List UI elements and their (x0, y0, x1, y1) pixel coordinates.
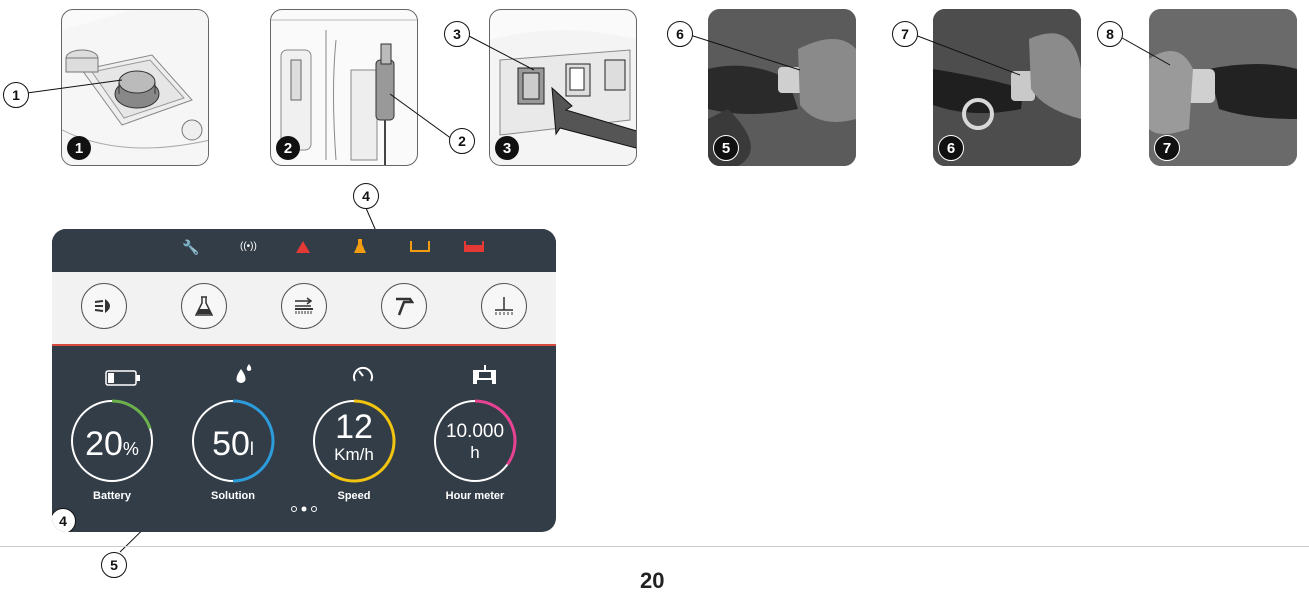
step-badge: 7 (1154, 135, 1180, 161)
step-badge: 3 (495, 136, 519, 160)
step-5-image: 5 (708, 9, 856, 166)
page-divider (0, 546, 1309, 547)
step-1-image: 1 (61, 9, 209, 166)
battery-value: 20 (85, 425, 123, 463)
hour-meter-label: Hour meter (445, 490, 505, 502)
solution-gauge-value: 50l (173, 425, 293, 464)
step-badge: 6 (938, 135, 964, 161)
panel-badge: 4 (52, 508, 76, 532)
solution-label: Solution (211, 490, 255, 502)
step-badge: 1 (67, 136, 91, 160)
step-badge: 2 (276, 136, 300, 160)
step-badge: 5 (713, 135, 739, 161)
page-dot[interactable] (291, 506, 297, 512)
callout-1: 1 (3, 82, 29, 108)
callout-7: 7 (892, 21, 918, 47)
gauge-rings (71, 399, 517, 483)
step-7-image: 7 (1149, 9, 1297, 166)
speed-gauge-value: 12 Km/h (294, 409, 414, 465)
battery-label: Battery (93, 490, 131, 502)
hour-meter-gauge-value: 10.000 h (415, 421, 535, 463)
battery-gauge-value: 20% (52, 425, 172, 464)
speed-unit: Km/h (334, 445, 374, 464)
speed-label: Speed (337, 490, 371, 502)
callout-8: 8 (1097, 21, 1123, 47)
step-2-image: 2 (270, 9, 418, 166)
page-indicator-dots (291, 506, 317, 512)
step-3-image: 3 (489, 9, 637, 166)
callout-6: 6 (667, 21, 693, 47)
page-dot-active[interactable] (301, 506, 307, 512)
solution-value: 50 (212, 425, 250, 463)
hour-meter-unit: h (470, 443, 480, 462)
speed-value: 12 (335, 408, 373, 446)
control-panel-display: 🔧 ((•)) 20% 50l 12 Km/h 10.000 h Battery… (52, 229, 556, 532)
hour-meter-value: 10.000 (445, 421, 505, 442)
callout-4: 4 (353, 183, 379, 209)
solution-unit: l (249, 439, 254, 459)
callout-5: 5 (101, 552, 127, 578)
callout-2: 2 (449, 128, 475, 154)
page-number: 20 (640, 568, 665, 593)
page-dot[interactable] (311, 506, 317, 512)
callout-3: 3 (444, 21, 470, 47)
step-6-image: 6 (933, 9, 1081, 166)
battery-unit: % (122, 439, 139, 459)
